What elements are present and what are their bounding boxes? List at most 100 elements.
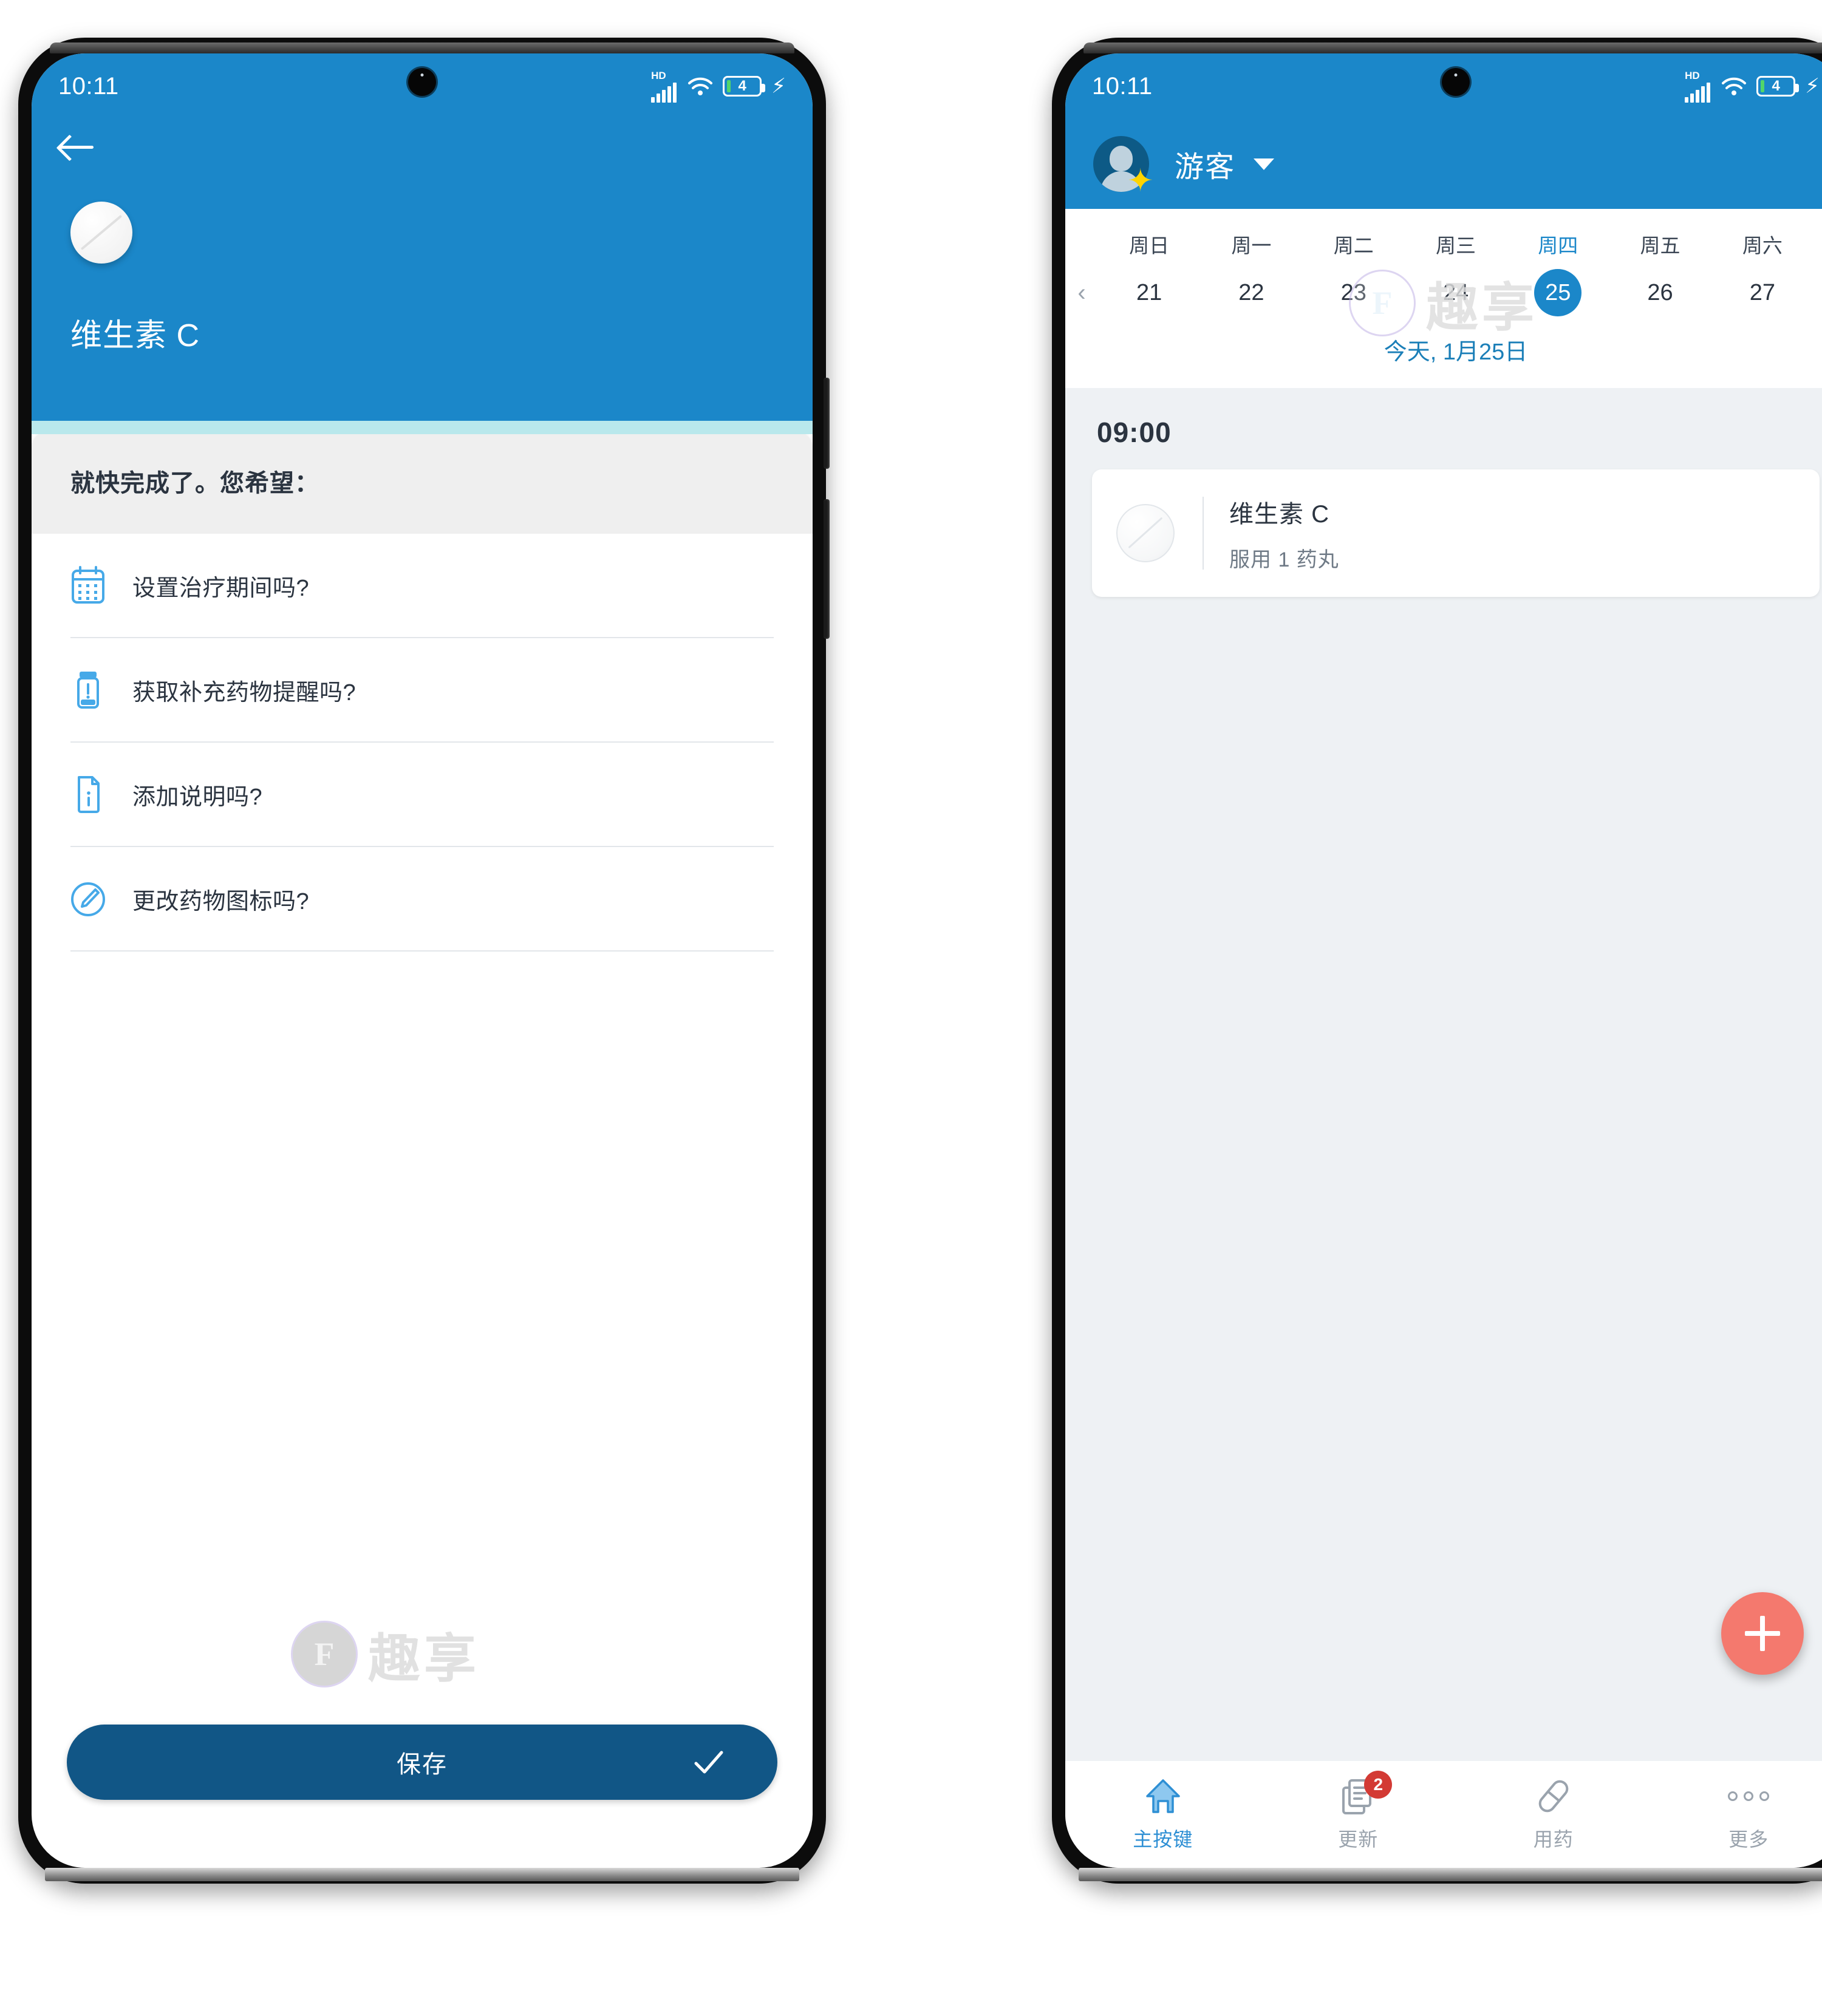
agenda-time-heading: 09:00 <box>1097 417 1172 448</box>
bottom-rail-notch <box>404 1870 440 1879</box>
medicine-hero-header: 10:11 HD 4 ⚡ 维生素 C <box>32 53 813 421</box>
status-icons: HD 4 ⚡ <box>651 70 786 103</box>
charging-bolt-icon: ⚡ <box>1805 75 1820 98</box>
save-button[interactable]: 保存 <box>67 1725 777 1800</box>
option-list: 设置治疗期间吗? 获取补充药物提醒吗? 添加说明吗? 更改药物图标吗? <box>32 534 813 952</box>
option-row-refill-reminder[interactable]: 获取补充药物提醒吗? <box>70 638 774 743</box>
app-header-area: 10:11 HD 4 ⚡ ✦ 游客 F 趣享 <box>1065 53 1822 337</box>
medicine-name: 维生素 C <box>70 318 200 353</box>
agenda-list: 09:00 维生素 C 服用 1 药丸 <box>1065 388 1822 1761</box>
plus-icon <box>1745 1616 1780 1651</box>
week-calendar-strip: ‹ 周日 周一 周二 周三 周四 周五 周六 › ‹ 21 22 2 <box>1065 209 1822 388</box>
medication-dose: 服用 1 药丸 <box>1229 548 1339 571</box>
tab-label: 更新 <box>1338 1828 1379 1850</box>
tab-label: 更多 <box>1728 1828 1769 1850</box>
charging-bolt-icon: ⚡ <box>771 75 786 98</box>
battery-icon: 4 <box>723 76 766 97</box>
weekday-label: 周三 <box>1435 234 1476 257</box>
chevron-right-icon[interactable]: › <box>1813 279 1822 307</box>
status-bar-left: 10:11 HD 4 ⚡ <box>32 53 813 119</box>
status-time: 10:11 <box>1092 72 1153 100</box>
camera-punch-hole <box>1442 68 1470 96</box>
option-label: 获取补充药物提醒吗? <box>132 679 357 706</box>
progress-fill <box>32 421 719 434</box>
profile-header[interactable]: ✦ 游客 F 趣享 <box>1065 119 1822 337</box>
prompt-banner-text: 就快完成了。您希望： <box>70 470 319 497</box>
day-cell[interactable]: 26 <box>1609 265 1711 321</box>
today-label[interactable]: 今天, 1月25日 <box>1065 321 1822 384</box>
capsule-icon <box>1534 1777 1573 1816</box>
tab-label: 主按键 <box>1133 1828 1193 1850</box>
day-cell[interactable]: 21 <box>1098 265 1200 321</box>
setup-progress-bar <box>32 421 813 434</box>
medication-name: 维生素 C <box>1229 500 1329 528</box>
wifi-icon <box>1721 77 1747 96</box>
option-row-add-instructions[interactable]: 添加说明吗? <box>70 743 774 847</box>
pill-bottle-icon <box>70 670 106 709</box>
add-medication-fab[interactable] <box>1721 1592 1804 1675</box>
weekday-label: 周六 <box>1742 234 1783 257</box>
document-info-icon <box>70 775 106 814</box>
edit-pencil-icon <box>70 879 106 918</box>
wifi-icon <box>688 77 713 96</box>
medication-card[interactable]: 维生素 C 服用 1 药丸 <box>1092 469 1820 597</box>
tab-label: 用药 <box>1533 1828 1574 1850</box>
chevron-down-icon[interactable] <box>1254 158 1275 170</box>
weekday-label: 周一 <box>1231 234 1272 257</box>
screen-right: 10:11 HD 4 ⚡ ✦ 游客 F 趣享 周日 周一 周二 周三 周四 周五… <box>1065 53 1822 1868</box>
check-icon <box>692 1746 725 1779</box>
hd-label: HD <box>1685 69 1700 81</box>
status-time: 10:11 <box>58 72 119 100</box>
tab-home[interactable]: 主按键 <box>1065 1777 1261 1852</box>
watermark-text: 趣享 <box>368 1630 480 1688</box>
round-pill-icon[interactable] <box>70 202 132 264</box>
weekday-label: 周二 <box>1333 234 1374 257</box>
calendar-icon <box>70 566 106 605</box>
volume-button[interactable] <box>824 378 830 469</box>
bottom-tab-bar: 主按键 2 更新 用药 更多 <box>1065 1761 1822 1868</box>
option-label: 更改药物图标吗? <box>132 888 310 914</box>
save-button-label: 保存 <box>397 1751 448 1778</box>
hd-signal-icon: HD <box>651 70 678 103</box>
watermark-left: F 趣享 <box>293 1616 480 1692</box>
battery-icon: 4 <box>1756 76 1800 97</box>
more-dots-icon <box>1728 1777 1770 1816</box>
day-cell[interactable]: 22 <box>1200 265 1302 321</box>
day-cell[interactable]: 27 <box>1711 265 1813 321</box>
hd-signal-icon: HD <box>1685 70 1711 103</box>
chevron-left-icon[interactable]: ‹ <box>1065 279 1098 307</box>
screen-left: 10:11 HD 4 ⚡ 维生素 C 就快完成了。您希望： 设置治疗期间吗? 获… <box>32 53 813 1868</box>
option-label: 设置治疗期间吗? <box>132 575 310 601</box>
week-day-names: ‹ 周日 周一 周二 周三 周四 周五 周六 › <box>1065 220 1822 265</box>
card-divider <box>1203 497 1204 570</box>
round-pill-icon <box>1116 504 1175 562</box>
phone-device-left: 10:11 HD 4 ⚡ 维生素 C 就快完成了。您希望： 设置治疗期间吗? 获… <box>18 38 830 1884</box>
tab-updates[interactable]: 2 更新 <box>1261 1771 1456 1852</box>
back-arrow-icon <box>60 135 95 159</box>
camera-punch-hole <box>408 68 436 96</box>
weekday-label: 周日 <box>1129 234 1170 257</box>
back-button[interactable] <box>32 119 813 159</box>
option-row-treatment-period[interactable]: 设置治疗期间吗? <box>70 534 774 638</box>
power-button[interactable] <box>824 499 830 639</box>
screenshot-stage: 10:11 HD 4 ⚡ 维生素 C 就快完成了。您希望： 设置治疗期间吗? 获… <box>0 0 1822 2016</box>
premium-star-icon: ✦ <box>1127 163 1154 199</box>
home-icon <box>1144 1777 1182 1816</box>
option-row-change-icon[interactable]: 更改药物图标吗? <box>70 847 774 952</box>
week-day-numbers: ‹ 21 22 23 24 25 26 27 › <box>1065 265 1822 321</box>
status-bar-right: 10:11 HD 4 ⚡ <box>1065 53 1822 119</box>
tab-more[interactable]: 更多 <box>1651 1777 1822 1852</box>
day-cell[interactable]: 24 <box>1405 265 1507 321</box>
save-button-container: 保存 <box>32 1725 813 1800</box>
phone-device-right: 10:11 HD 4 ⚡ ✦ 游客 F 趣享 周日 周一 周二 周三 周四 周五… <box>1052 38 1822 1884</box>
watermark-badge-icon: F <box>293 1622 356 1686</box>
status-icons: HD 4 ⚡ <box>1685 70 1820 103</box>
option-label: 添加说明吗? <box>132 784 263 810</box>
day-cell[interactable]: 23 <box>1303 265 1405 321</box>
prompt-banner: 就快完成了。您希望： <box>32 432 813 534</box>
day-cell-selected[interactable]: 25 <box>1507 265 1609 321</box>
updates-badge: 2 <box>1364 1771 1393 1799</box>
tab-medications[interactable]: 用药 <box>1456 1777 1651 1852</box>
hero-body: 维生素 C <box>32 159 813 355</box>
bottom-rail-notch <box>1438 1870 1474 1879</box>
